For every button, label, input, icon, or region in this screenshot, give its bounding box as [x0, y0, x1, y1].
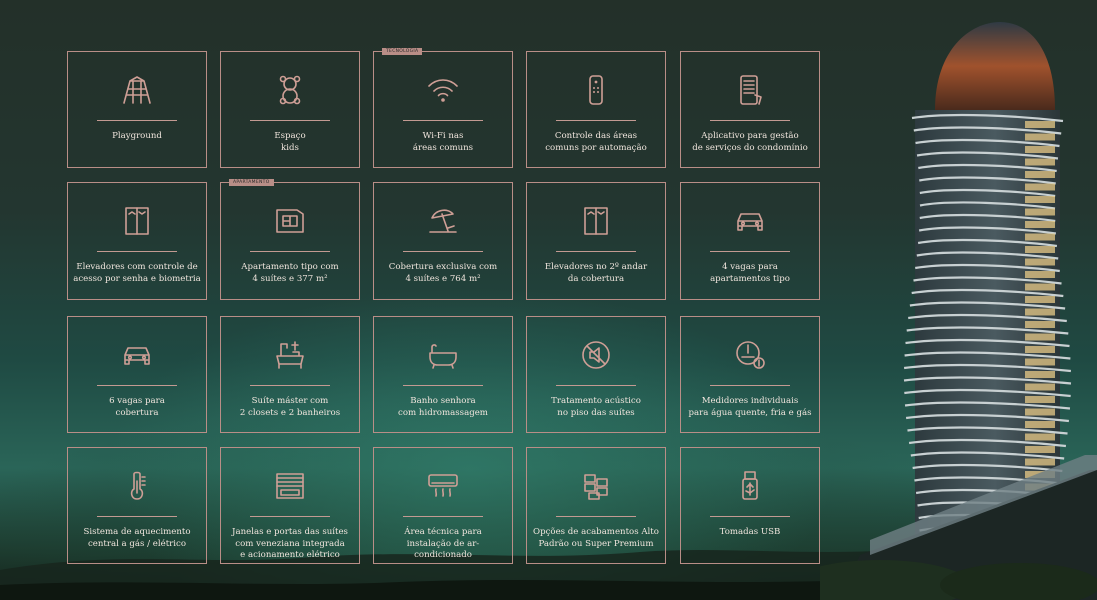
amenity-label: Tratamento acústico no piso das suítes — [551, 396, 641, 418]
amenity-label: Elevadores com controle de acesso por se… — [73, 262, 201, 284]
amenity-card: Elevadores com controle de acesso por se… — [67, 182, 207, 300]
card-divider — [97, 120, 177, 121]
amenity-card: Playground — [67, 51, 207, 168]
remote-control-icon — [576, 70, 616, 110]
amenity-card: Tomadas USB — [680, 447, 820, 564]
amenity-label: Cobertura exclusiva com 4 suítes e 764 m… — [388, 262, 498, 284]
amenity-card: Tratamento acústico no piso das suítes — [526, 316, 666, 433]
meter-icon — [730, 335, 770, 375]
amenity-label: Wi-Fi nas áreas comuns — [412, 131, 474, 153]
card-divider — [97, 385, 177, 386]
shutter-window-icon — [270, 466, 310, 506]
amenity-label: Elevadores no 2º andar da cobertura — [544, 262, 648, 284]
smartphone-app-icon — [730, 70, 770, 110]
apartamento-tag: APARTAMENTO — [229, 179, 274, 186]
amenity-label: Apartamento tipo com 4 suítes e 377 m² — [241, 262, 339, 284]
tecnologia-tag: TECNOLOGIA — [382, 48, 423, 55]
amenity-label: Controle das áreas comuns por automação — [545, 131, 647, 153]
car-icon — [730, 201, 770, 241]
card-divider — [556, 516, 636, 517]
amenity-card: Área técnica para instalação de ar-condi… — [373, 447, 513, 564]
amenity-label: Área técnica para instalação de ar-condi… — [404, 527, 482, 560]
amenity-label: Tomadas USB — [719, 527, 781, 537]
amenity-label: Aplicativo para gestão de serviços do co… — [692, 131, 808, 153]
card-divider — [710, 385, 790, 386]
amenity-card: Janelas e portas das suítes com venezian… — [220, 447, 360, 564]
amenity-card: Cobertura exclusiva com 4 suítes e 764 m… — [373, 182, 513, 300]
card-divider — [97, 516, 177, 517]
amenity-label: 6 vagas para cobertura — [109, 396, 165, 418]
no-sound-icon — [576, 335, 616, 375]
card-divider — [250, 120, 330, 121]
card-divider — [403, 516, 483, 517]
playground-icon — [117, 70, 157, 110]
beach-umbrella-icon — [423, 201, 463, 241]
wifi-icon — [423, 70, 463, 110]
car-icon — [117, 335, 157, 375]
card-divider — [250, 385, 330, 386]
amenity-label: Sistema de aquecimento central a gás / e… — [83, 527, 191, 549]
amenity-card: Wi-Fi nas áreas comuns — [373, 51, 513, 168]
amenity-label: Opções de acabamentos Alto Padrão ou Sup… — [533, 527, 659, 549]
amenity-label: 4 vagas para apartamentos tipo — [710, 262, 790, 284]
amenity-card: 4 vagas para apartamentos tipo — [680, 182, 820, 300]
elevator-icon — [117, 201, 157, 241]
amenity-card: Medidores individuais para água quente, … — [680, 316, 820, 433]
thermometer-icon — [117, 466, 157, 506]
amenity-label: Medidores individuais para água quente, … — [688, 396, 812, 418]
amenity-card: Banho senhora com hidromassagem — [373, 316, 513, 433]
card-divider — [556, 251, 636, 252]
amenity-card: Apartamento tipo com 4 suítes e 377 m² — [220, 182, 360, 300]
card-divider — [403, 251, 483, 252]
usb-icon — [730, 466, 770, 506]
teddy-bear-icon — [270, 70, 310, 110]
amenity-card: Suíte máster com 2 closets e 2 banheiros — [220, 316, 360, 433]
tiles-icon — [576, 466, 616, 506]
amenity-label: Janelas e portas das suítes com venezian… — [232, 527, 348, 560]
amenity-card: Aplicativo para gestão de serviços do co… — [680, 51, 820, 168]
card-divider — [403, 120, 483, 121]
card-divider — [250, 251, 330, 252]
amenity-card: 6 vagas para cobertura — [67, 316, 207, 433]
bathtub-icon — [423, 335, 463, 375]
amenity-label: Banho senhora com hidromassagem — [398, 396, 488, 418]
floor-plan-icon — [270, 201, 310, 241]
card-divider — [710, 516, 790, 517]
card-divider — [250, 516, 330, 517]
air-conditioner-icon — [423, 466, 463, 506]
card-divider — [556, 120, 636, 121]
amenity-card: Opções de acabamentos Alto Padrão ou Sup… — [526, 447, 666, 564]
amenity-card: Sistema de aquecimento central a gás / e… — [67, 447, 207, 564]
tower-illustration — [820, 22, 1097, 600]
elevator-icon — [576, 201, 616, 241]
card-divider — [710, 251, 790, 252]
amenity-label: Playground — [112, 131, 162, 141]
amenity-label: Espaço kids — [274, 131, 306, 153]
bathroom-icon — [270, 335, 310, 375]
amenity-card: Espaço kids — [220, 51, 360, 168]
amenity-label: Suíte máster com 2 closets e 2 banheiros — [239, 396, 341, 418]
card-divider — [403, 385, 483, 386]
amenity-card: Elevadores no 2º andar da cobertura — [526, 182, 666, 300]
card-divider — [97, 251, 177, 252]
card-divider — [710, 120, 790, 121]
card-divider — [556, 385, 636, 386]
amenity-card: Controle das áreas comuns por automação — [526, 51, 666, 168]
